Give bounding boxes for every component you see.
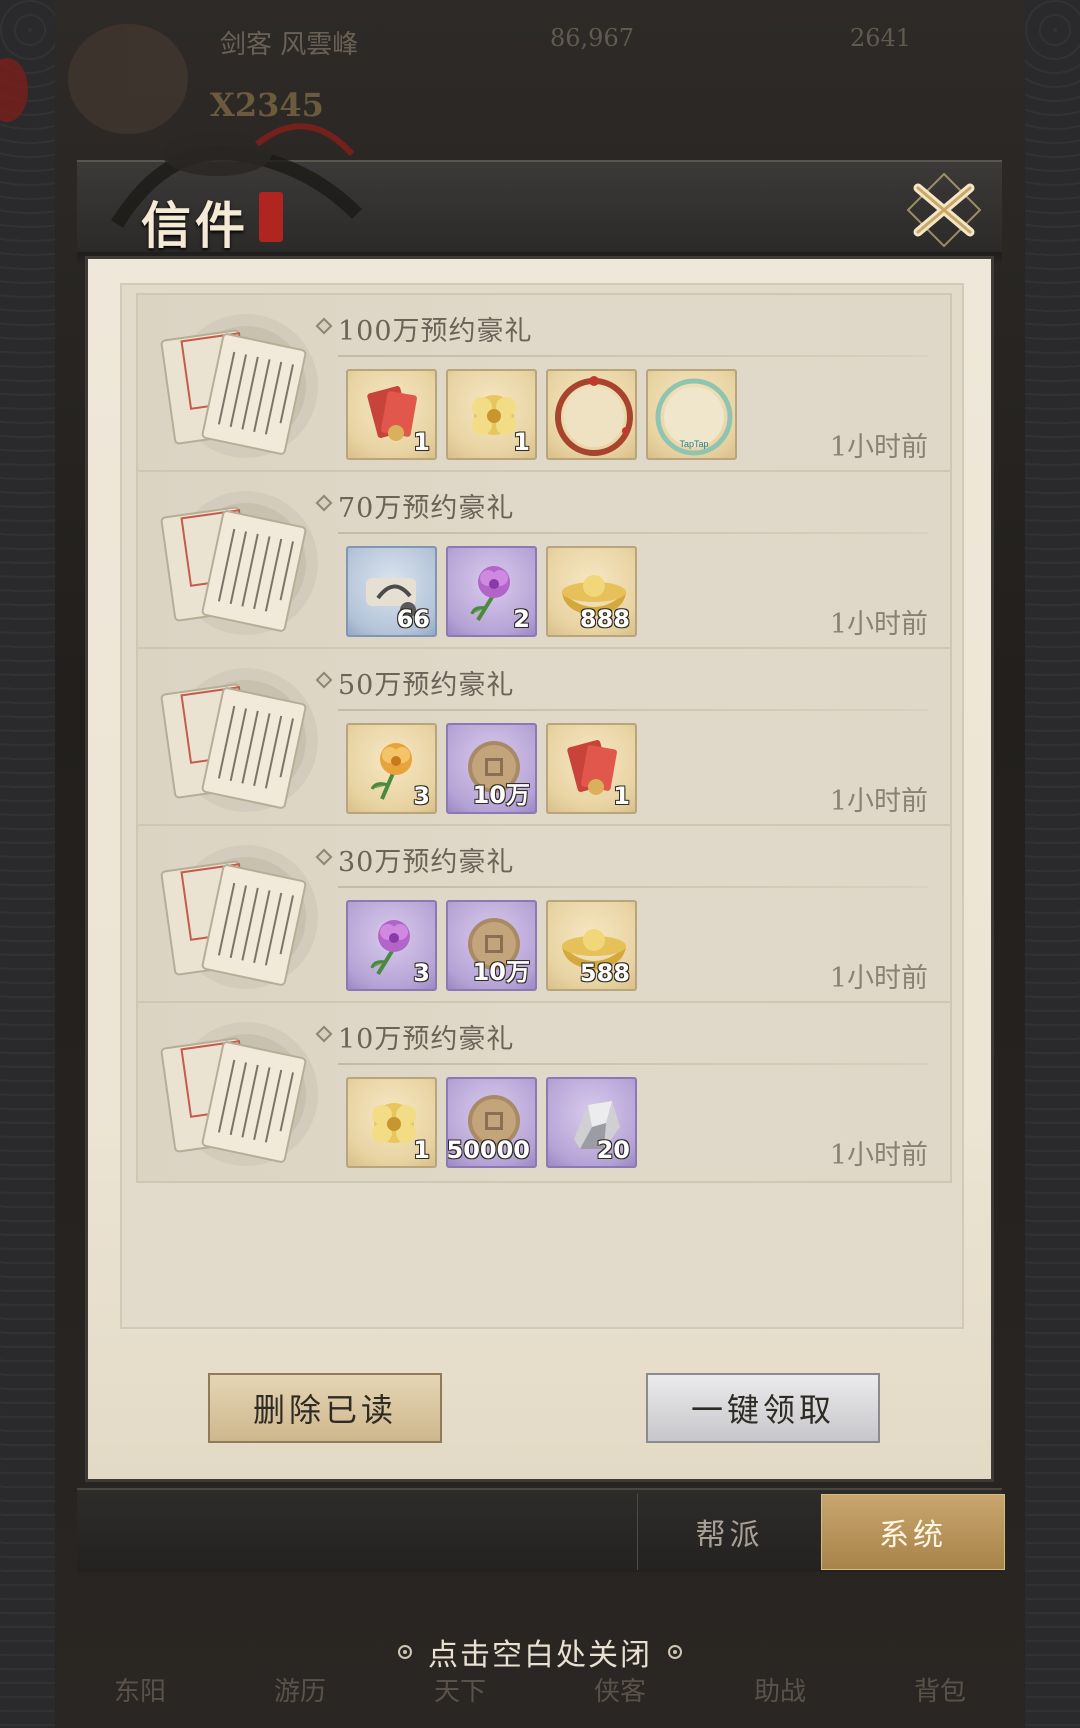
reward-count: 10万 xyxy=(472,958,530,986)
mail-timestamp: 1小时前 xyxy=(829,1140,928,1171)
reward-slot[interactable]: 1 xyxy=(546,723,637,814)
mail-item[interactable]: 30万预约豪礼 3 10万 588 1小时前 xyxy=(136,824,952,1006)
bottom-nav-item: 天下 xyxy=(433,1677,486,1707)
reward-slot[interactable]: TapTap xyxy=(646,369,737,460)
mail-divider xyxy=(338,532,928,534)
mail-timestamp: 1小时前 xyxy=(829,786,928,817)
close-icon[interactable] xyxy=(904,170,984,250)
letter-book-icon xyxy=(160,1022,318,1166)
mail-item[interactable]: 70万预约豪礼 66 2 888 1小时前 xyxy=(136,470,952,652)
reward-count: 2 xyxy=(513,605,530,633)
avatar-frame-taptap-icon: TapTap xyxy=(655,378,733,456)
reward-count: 1 xyxy=(413,1136,430,1164)
mail-title: 70万预约豪礼 xyxy=(338,493,515,524)
mail-divider xyxy=(338,355,928,357)
bottom-nav-item: 游历 xyxy=(273,1677,326,1707)
reward-count: 3 xyxy=(413,959,430,987)
reward-slot[interactable]: 3 xyxy=(346,723,437,814)
reward-slot[interactable] xyxy=(546,369,637,460)
mail-timestamp: 1小时前 xyxy=(829,609,928,640)
reward-count: 888 xyxy=(579,605,630,633)
reward-slot[interactable]: 2 xyxy=(446,546,537,637)
reward-slot[interactable]: 588 xyxy=(546,900,637,991)
letter-book-icon xyxy=(160,668,318,812)
delete-read-button[interactable]: 删除已读 xyxy=(208,1373,442,1443)
mail-item[interactable]: 10万预约豪礼 1 50000 20 1小时前 xyxy=(136,1001,952,1183)
reward-list: 1 50000 20 xyxy=(346,1077,637,1168)
reward-slot[interactable]: 888 xyxy=(546,546,637,637)
reward-slot[interactable]: 66 xyxy=(346,546,437,637)
letter-book-icon xyxy=(160,845,318,989)
background-pattern-right xyxy=(1025,0,1080,1728)
title-seal-icon xyxy=(259,192,283,242)
reward-slot[interactable]: 10万 xyxy=(446,900,537,991)
reward-list: 3 10万 1 xyxy=(346,723,637,814)
mail-item[interactable]: 100万预约豪礼 1 1 TapTap 1小时前 xyxy=(136,293,952,475)
reward-count: 1 xyxy=(413,428,430,456)
gold-counter: 2641 xyxy=(850,24,912,52)
reward-slot[interactable]: 20 xyxy=(546,1077,637,1168)
letter-book-icon xyxy=(160,491,318,635)
reward-slot[interactable]: 10万 xyxy=(446,723,537,814)
mail-title: 50万预约豪礼 xyxy=(338,670,515,701)
hint-dot-icon xyxy=(398,1645,412,1659)
mail-divider xyxy=(338,886,928,888)
background-pattern-left xyxy=(0,0,55,1728)
reward-count: 588 xyxy=(579,959,630,987)
bottom-nav-item: 侠客 xyxy=(593,1677,646,1707)
dialog-header: 信件 xyxy=(77,123,1002,266)
mail-timestamp: 1小时前 xyxy=(829,432,928,463)
dialog-body: 100万预约豪礼 1 1 TapTap 1小时前 70万预约豪礼 66 2 888 1小时前 50万… xyxy=(85,256,994,1482)
mail-divider xyxy=(338,1063,928,1065)
reward-count: 1 xyxy=(513,428,530,456)
mail-title: 30万预约豪礼 xyxy=(338,847,515,878)
bottom-nav-item: 东阳 xyxy=(113,1677,166,1707)
reward-count: 3 xyxy=(413,782,430,810)
reward-slot[interactable]: 3 xyxy=(346,900,437,991)
svg-text:TapTap: TapTap xyxy=(679,439,708,449)
mail-title: 10万预约豪礼 xyxy=(338,1024,515,1055)
avatar-frame-red-icon xyxy=(555,376,633,456)
dialog-tab-bar: 帮派 系统 xyxy=(77,1488,1005,1572)
hint-dot-icon xyxy=(668,1645,682,1659)
reward-count: 1 xyxy=(613,782,630,810)
close-hint-text: 点击空白处关闭 xyxy=(428,1638,652,1673)
reward-slot[interactable]: 1 xyxy=(346,1077,437,1168)
reward-count: 20 xyxy=(596,1136,630,1164)
dialog-title: 信件 xyxy=(141,196,249,255)
reward-slot[interactable]: 1 xyxy=(346,369,437,460)
reward-count: 66 xyxy=(396,605,430,633)
reward-slot[interactable]: 50000 xyxy=(446,1077,537,1168)
mail-item[interactable]: 50万预约豪礼 3 10万 1 1小时前 xyxy=(136,647,952,829)
mail-divider xyxy=(338,709,928,711)
coin-counter: 86,967 xyxy=(550,24,634,52)
bottom-nav-item: 背包 xyxy=(913,1677,966,1707)
player-name: 剑客 风雲峰 xyxy=(220,30,359,60)
reward-list: 3 10万 588 xyxy=(346,900,637,991)
claim-all-button[interactable]: 一键领取 xyxy=(646,1373,880,1443)
mail-title: 100万预约豪礼 xyxy=(338,316,533,347)
reward-list: 1 1 TapTap xyxy=(346,369,737,460)
tab-system[interactable]: 系统 xyxy=(821,1494,1005,1570)
tab-guild[interactable]: 帮派 xyxy=(637,1494,821,1570)
reward-count: 50000 xyxy=(446,1136,530,1164)
reward-list: 66 2 888 xyxy=(346,546,637,637)
letter-book-icon xyxy=(160,314,318,458)
mail-dialog: 信件 100万预约豪礼 1 1 TapTap 1小时前 70万预约豪礼 66 2 888 1小时前… xyxy=(77,123,1005,1572)
mail-timestamp: 1小时前 xyxy=(829,963,928,994)
mail-list[interactable]: 100万预约豪礼 1 1 TapTap 1小时前 70万预约豪礼 66 2 888 1小时前 50万… xyxy=(120,283,964,1329)
reward-count: 10万 xyxy=(472,781,530,809)
close-hint[interactable]: 点击空白处关闭 xyxy=(0,1630,1080,1674)
bottom-nav-item: 助战 xyxy=(753,1677,806,1707)
reward-slot[interactable]: 1 xyxy=(446,369,537,460)
